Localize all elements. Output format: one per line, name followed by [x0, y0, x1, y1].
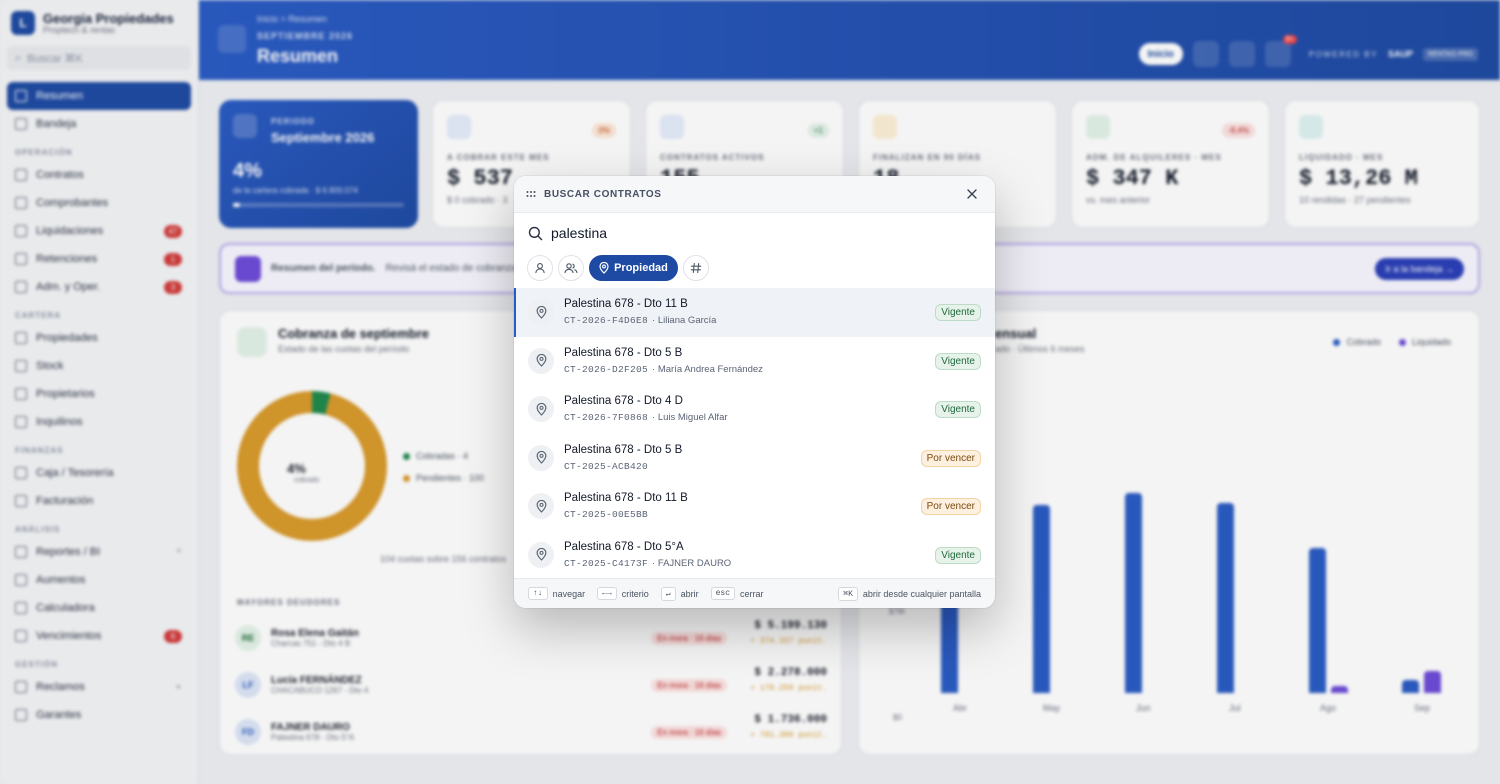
result-meta: CT-2026-F4D6E8 · Liliana García: [564, 315, 716, 326]
result-code: CT-2026-D2F205: [564, 363, 649, 375]
map-pin-icon: [528, 396, 554, 423]
hint-label: navegar: [552, 588, 586, 599]
status-badge: Vigente: [935, 401, 981, 418]
filter-propietario-button[interactable]: [558, 255, 584, 281]
result-title: Palestina 678 - Dto 5°A: [564, 540, 684, 553]
modal-header: BUSCAR CONTRATOS: [514, 176, 995, 213]
close-icon: [967, 189, 977, 199]
hint-criterio: ←→ criterio: [597, 587, 649, 600]
result-row[interactable]: Palestina 678 - Dto 11 B CT-2025-00E5BB Po…: [514, 482, 995, 531]
result-text: Palestina 678 - Dto 5°A CT-2025-C4173F · F…: [564, 541, 731, 569]
search-contracts-modal: BUSCAR CONTRATOS Propiedad Palestina 678…: [514, 176, 995, 608]
result-row[interactable]: Palestina 678 - Dto 11 B CT-2026-F4D6E8 · …: [514, 288, 995, 337]
result-text: Palestina 678 - Dto 5 B CT-2025-ACB420: [564, 444, 682, 472]
kbd-cmd-k: ⌘K: [838, 586, 858, 601]
result-row[interactable]: Palestina 678 - Dto 4 D CT-2026-7F0868 · L…: [514, 385, 995, 434]
search-row: [514, 213, 995, 253]
result-meta: CT-2025-ACB420: [564, 461, 682, 472]
hint-label: cerrar: [740, 588, 764, 599]
result-code: CT-2025-ACB420: [564, 460, 649, 472]
hint-abrir: ↵ abrir: [660, 586, 699, 601]
kbd-esc: esc: [710, 587, 736, 600]
result-row[interactable]: Palestina 678 - Dto 5°A CT-2025-C4173F · F…: [514, 531, 995, 580]
result-code: CT-2026-7F0868: [564, 412, 649, 424]
result-person: · María Andrea Fernández: [652, 363, 763, 375]
result-title: Palestina 678 - Dto 4 D: [564, 395, 683, 408]
result-meta: CT-2025-00E5BB: [564, 509, 688, 520]
result-meta: CT-2026-D2F205 · María Andrea Fernández: [564, 364, 763, 375]
kbd-enter: ↵: [660, 586, 676, 601]
user-icon: [535, 263, 545, 274]
close-button[interactable]: [964, 186, 980, 202]
result-meta: CT-2025-C4173F · FAJNER DAURO: [564, 558, 731, 569]
users-icon: [564, 263, 578, 274]
result-meta: CT-2026-7F0868 · Luis Miguel Alfar: [564, 412, 728, 423]
hint-navegar: ↑↓ navegar: [528, 587, 585, 600]
result-title: Palestina 678 - Dto 11 B: [564, 492, 688, 505]
result-text: Palestina 678 - Dto 11 B CT-2025-00E5BB: [564, 492, 688, 520]
kbd-arrows-updown: ↑↓: [528, 587, 548, 600]
result-text: Palestina 678 - Dto 5 B CT-2026-D2F205 · M…: [564, 347, 763, 375]
result-row[interactable]: Palestina 678 - Dto 5 B CT-2025-ACB420 Por…: [514, 434, 995, 483]
map-pin-icon: [599, 262, 609, 274]
modal-title: BUSCAR CONTRATOS: [544, 188, 662, 200]
status-badge: Por vencer: [920, 498, 981, 515]
search-input[interactable]: [551, 225, 951, 241]
hint-label: abrir: [680, 588, 699, 599]
status-badge: Vigente: [935, 546, 981, 564]
search-icon: [528, 226, 543, 240]
hint-label: criterio: [621, 588, 649, 599]
map-pin-icon: [528, 299, 554, 326]
hint-label: abrir desde cualquier pantalla: [862, 588, 981, 599]
filter-inquilino-button[interactable]: [527, 255, 553, 281]
result-text: Palestina 678 - Dto 4 D CT-2026-7F0868 · L…: [564, 395, 728, 423]
result-title: Palestina 678 - Dto 5 B: [564, 346, 683, 359]
result-person: · Liliana García: [652, 315, 717, 327]
map-pin-icon: [528, 541, 554, 568]
map-pin-icon: [528, 493, 554, 520]
hint-cerrar: esc cerrar: [710, 587, 764, 600]
result-title: Palestina 678 - Dto 5 B: [564, 443, 683, 456]
results-list: Palestina 678 - Dto 11 B CT-2026-F4D6E8 · …: [514, 288, 995, 579]
criteria-filters: Propiedad: [514, 253, 995, 283]
result-code: CT-2025-00E5BB: [564, 509, 649, 521]
filter-propiedad-label: Propiedad: [614, 262, 668, 274]
map-pin-icon: [528, 444, 554, 471]
result-code: CT-2025-C4173F: [564, 557, 649, 569]
status-badge: Vigente: [935, 352, 981, 370]
kbd-arrows-leftright: ←→: [597, 587, 617, 600]
map-pin-icon: [528, 347, 554, 374]
result-person: · Luis Miguel Alfar: [652, 412, 728, 424]
drag-handle-icon[interactable]: [526, 185, 536, 203]
filter-codigo-button[interactable]: [683, 255, 709, 281]
status-badge: Vigente: [935, 304, 981, 321]
modal-footer: ↑↓ navegar ←→ criterio ↵ abrir esc cerrar ⌘K…: [514, 578, 995, 608]
result-person: · FAJNER DAURO: [652, 557, 732, 569]
result-title: Palestina 678 - Dto 11 B: [564, 298, 688, 311]
status-badge: Por vencer: [920, 449, 981, 467]
hash-icon: [690, 262, 702, 274]
result-text: Palestina 678 - Dto 11 B CT-2026-F4D6E8 · …: [564, 298, 716, 326]
filter-propiedad-button[interactable]: Propiedad: [589, 255, 678, 281]
hint-shortcut: ⌘K abrir desde cualquier pantalla: [838, 586, 981, 601]
result-row[interactable]: Palestina 678 - Dto 5 B CT-2026-D2F205 · M…: [514, 337, 995, 386]
result-code: CT-2026-F4D6E8: [564, 315, 649, 327]
